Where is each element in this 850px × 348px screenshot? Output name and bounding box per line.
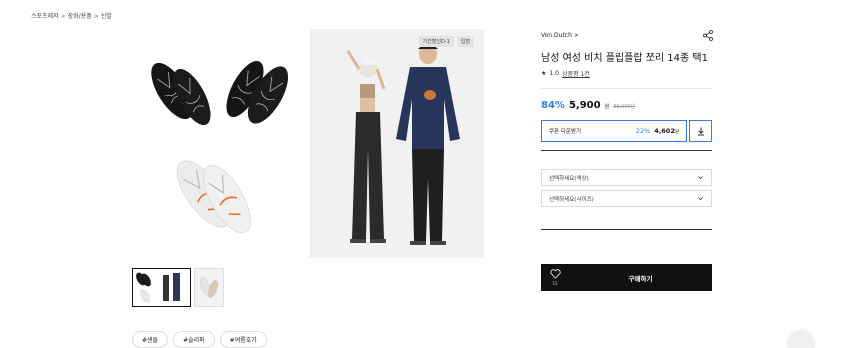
thumbnail-1[interactable] xyxy=(132,268,191,307)
store-badge: 입점 xyxy=(456,36,474,47)
product-title: 남성 여성 비치 플립플랍 쪼리 14종 택1 xyxy=(541,53,708,64)
product-main-image[interactable] xyxy=(132,29,308,258)
chevron-down-icon xyxy=(698,197,703,201)
rating-summary: ★ 1.0 상품평 1건 xyxy=(541,69,590,78)
coupon-price: 4,602원 xyxy=(654,127,679,135)
color-select[interactable]: 선택하세요(색상) xyxy=(541,169,712,186)
size-select[interactable]: 선택하세요(사이즈) xyxy=(541,190,712,207)
chevron-right-icon: > xyxy=(573,32,579,39)
heart-icon xyxy=(549,269,561,279)
coupon-download-button[interactable] xyxy=(689,120,712,142)
models-illustration xyxy=(310,29,484,258)
tag-slipper[interactable]: #슬리퍼 xyxy=(173,331,215,348)
star-icon: ★ xyxy=(541,70,547,77)
breadcrumb-separator: > xyxy=(60,13,66,20)
thumbnail-strip xyxy=(132,268,224,307)
brand-link[interactable]: Von Dutch > xyxy=(541,32,579,39)
chevron-down-icon xyxy=(698,176,703,180)
thumbnail-2[interactable] xyxy=(194,268,224,307)
rating-value: 1.0 xyxy=(549,70,559,77)
divider xyxy=(541,229,712,230)
sale-price: 5,900 xyxy=(568,100,601,111)
tag-sandal[interactable]: #샌들 xyxy=(132,331,169,348)
breadcrumb: 스포츠레저 > 장화/용품 > 신발 xyxy=(31,11,112,20)
product-model-image[interactable]: 기간할인D-1 입점 xyxy=(310,29,484,258)
original-price: 38,900원 xyxy=(613,104,636,110)
color-select-placeholder: 선택하세요(색상) xyxy=(549,175,589,182)
period-discount-badge: 기간할인D-1 xyxy=(418,36,454,47)
tag-summer[interactable]: #여름호가 xyxy=(219,331,267,348)
review-count-link[interactable]: 상품평 1건 xyxy=(562,69,590,78)
share-icon[interactable] xyxy=(703,30,713,41)
coupon-label: 쿠폰 다운받기 xyxy=(549,129,582,135)
price-unit: 원 xyxy=(604,104,610,110)
discount-rate: 84% xyxy=(541,100,565,111)
flipflops-illustration xyxy=(151,60,289,234)
wishlist-button[interactable]: 15 xyxy=(541,264,569,291)
divider xyxy=(541,88,712,89)
price-row: 84% 5,900 원 38,900원 xyxy=(541,100,635,111)
hashtag-list: #샌들 #슬리퍼 #여름호가 xyxy=(132,331,267,348)
image-badges: 기간할인D-1 입점 xyxy=(418,36,474,47)
coupon-download-box[interactable]: 쿠폰 다운받기 22% 4,602원 xyxy=(541,120,687,142)
breadcrumb-item-shoes[interactable]: 신발 xyxy=(101,11,112,20)
buy-button[interactable]: 구매하기 xyxy=(569,264,712,291)
scroll-top-button[interactable] xyxy=(788,330,814,348)
thumbnail-2-image xyxy=(199,277,219,298)
breadcrumb-item-boots[interactable]: 장화/용품 xyxy=(68,11,92,20)
wishlist-count: 15 xyxy=(552,281,558,286)
download-icon xyxy=(697,127,704,135)
breadcrumb-item-sports[interactable]: 스포츠레저 xyxy=(31,11,59,20)
coupon-percent: 22% xyxy=(635,127,651,135)
thumbnail-1-image xyxy=(136,272,180,304)
size-select-placeholder: 선택하세요(사이즈) xyxy=(549,196,594,203)
divider xyxy=(541,150,712,151)
brand-name: Von Dutch xyxy=(541,32,572,39)
breadcrumb-separator: > xyxy=(93,13,99,20)
